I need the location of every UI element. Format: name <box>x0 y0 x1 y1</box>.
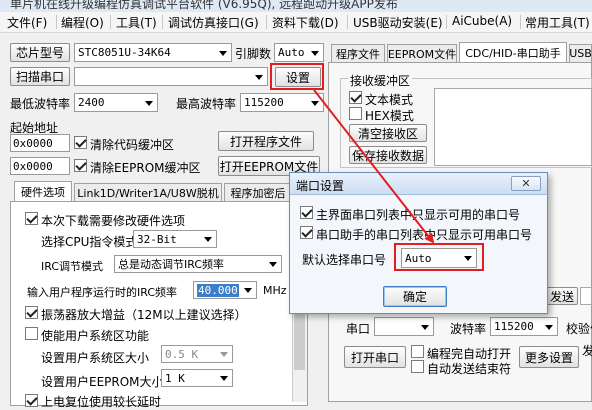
annotation-arrow <box>313 89 435 244</box>
